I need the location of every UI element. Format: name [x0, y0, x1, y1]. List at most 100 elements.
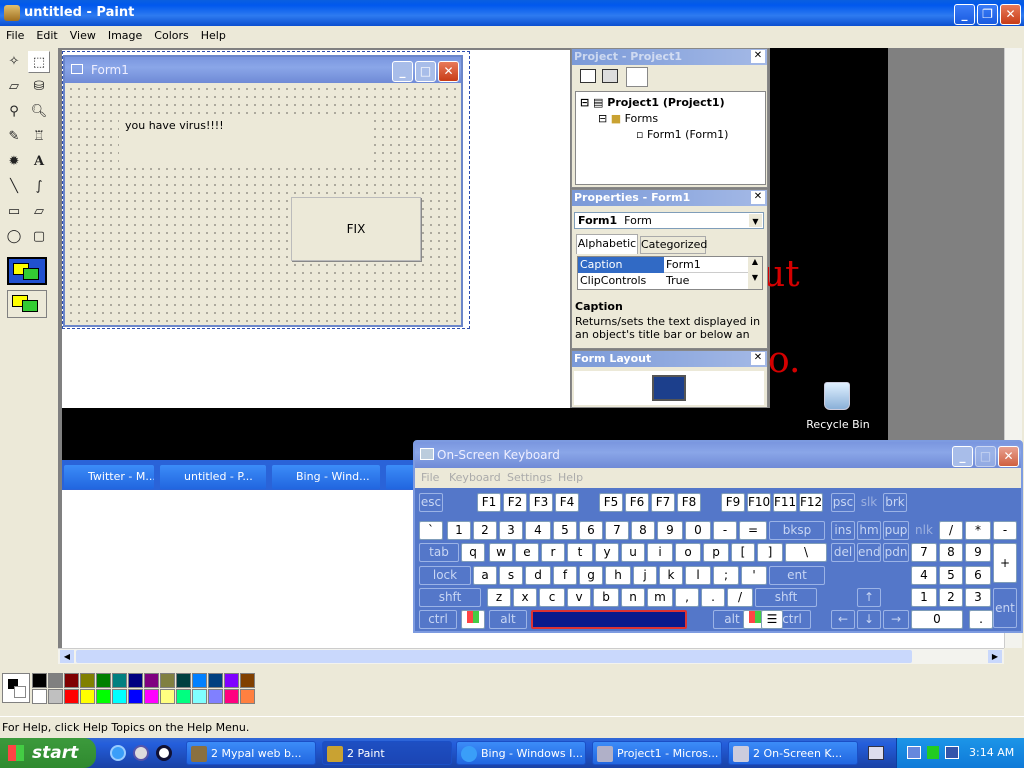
- key-q-5[interactable]: t: [567, 543, 593, 562]
- pencil-tool-icon[interactable]: ✎: [3, 126, 25, 148]
- tree-form[interactable]: ▫ Form1 (Form1): [636, 128, 728, 141]
- key-b-5[interactable]: ↓: [857, 610, 881, 629]
- key-q-7[interactable]: u: [621, 543, 645, 562]
- key-b-6[interactable]: →: [883, 610, 909, 629]
- spacebar[interactable]: [531, 610, 687, 629]
- properties-panel-close-icon[interactable]: ✕: [751, 191, 765, 204]
- key-b-1[interactable]: alt: [489, 610, 527, 629]
- key-a-4[interactable]: f: [553, 566, 577, 585]
- key-a-9[interactable]: l: [685, 566, 711, 585]
- key-num-15[interactable]: hm: [857, 521, 881, 540]
- windows-key-left-icon[interactable]: [461, 610, 485, 629]
- key-a-5[interactable]: g: [579, 566, 603, 585]
- key-q-8[interactable]: i: [647, 543, 673, 562]
- current-colors[interactable]: [2, 673, 30, 703]
- property-scroll-up-icon[interactable]: ▲: [748, 257, 762, 273]
- key-num-20[interactable]: -: [993, 521, 1017, 540]
- key-brk[interactable]: brk: [883, 493, 907, 512]
- key-F4[interactable]: F4: [555, 493, 579, 512]
- key-esc[interactable]: esc: [419, 493, 443, 512]
- airbrush-tool-icon[interactable]: ✹: [3, 151, 25, 173]
- palette-swatch[interactable]: [144, 689, 159, 704]
- key-z-1[interactable]: z: [487, 588, 511, 607]
- rounded-rect-tool-icon[interactable]: ▢: [28, 226, 50, 248]
- scroll-left-icon[interactable]: ◀: [60, 650, 74, 663]
- key-q-2[interactable]: w: [489, 543, 513, 562]
- key-F1[interactable]: F1: [477, 493, 501, 512]
- palette-swatch[interactable]: [128, 689, 143, 704]
- start-button[interactable]: start: [0, 738, 96, 768]
- key-z-13[interactable]: 1: [911, 588, 937, 607]
- key-z-14[interactable]: 2: [939, 588, 963, 607]
- key-q-12[interactable]: ]: [757, 543, 783, 562]
- polygon-tool-icon[interactable]: ▱: [28, 201, 50, 223]
- palette-swatch[interactable]: [32, 673, 47, 688]
- property-row-clipcontrols[interactable]: ClipControls True: [578, 273, 762, 289]
- key-num-3[interactable]: 3: [499, 521, 523, 540]
- menu-image[interactable]: Image: [102, 26, 148, 46]
- key-a-12[interactable]: ent: [769, 566, 825, 585]
- key-z-0[interactable]: shft: [419, 588, 481, 607]
- key-q-6[interactable]: y: [595, 543, 619, 562]
- minimize-button[interactable]: _: [954, 4, 975, 25]
- key-num-0[interactable]: `: [419, 521, 443, 540]
- key-z-5[interactable]: b: [593, 588, 619, 607]
- ie-quicklaunch-icon[interactable]: [110, 745, 126, 761]
- taskbar-item-project1[interactable]: Project1 - Micros...: [592, 741, 722, 765]
- green-tray-icon[interactable]: [927, 746, 939, 759]
- key-num-1[interactable]: 1: [447, 521, 471, 540]
- fill-tool-icon[interactable]: ⛁: [28, 76, 50, 98]
- monitor-icon[interactable]: [652, 375, 686, 401]
- menu-help[interactable]: Help: [195, 26, 232, 46]
- palette-swatch[interactable]: [112, 673, 127, 688]
- key-z-10[interactable]: /: [727, 588, 753, 607]
- key-q-17[interactable]: 7: [911, 543, 937, 562]
- key-psc[interactable]: psc: [831, 493, 855, 512]
- palette-swatch[interactable]: [64, 673, 79, 688]
- key-num-2[interactable]: 2: [473, 521, 497, 540]
- key-F11[interactable]: F11: [773, 493, 797, 512]
- key-a-7[interactable]: j: [633, 566, 657, 585]
- text-tool-icon[interactable]: A: [28, 151, 50, 173]
- key-num-8[interactable]: 8: [631, 521, 655, 540]
- tab-categorized[interactable]: Categorized: [640, 236, 707, 254]
- key-q-10[interactable]: p: [703, 543, 729, 562]
- key-a-10[interactable]: ;: [713, 566, 739, 585]
- key-num-5[interactable]: 5: [553, 521, 577, 540]
- key-z-9[interactable]: .: [701, 588, 725, 607]
- key-q-14[interactable]: del: [831, 543, 855, 562]
- key-num-16[interactable]: pup: [883, 521, 909, 540]
- media-quicklaunch-icon[interactable]: [156, 745, 172, 761]
- key-z-11[interactable]: shft: [755, 588, 817, 607]
- scroll-thumb[interactable]: [76, 650, 912, 663]
- menu-colors[interactable]: Colors: [148, 26, 194, 46]
- key-q-16[interactable]: pdn: [883, 543, 909, 562]
- browser-quicklaunch-icon[interactable]: [133, 745, 149, 761]
- key-z-15[interactable]: 3: [965, 588, 991, 607]
- palette-swatch[interactable]: [192, 689, 207, 704]
- key-z-7[interactable]: m: [647, 588, 673, 607]
- property-row-caption[interactable]: Caption Form1: [578, 257, 762, 273]
- key-num-9[interactable]: 9: [657, 521, 683, 540]
- tree-folder[interactable]: ⊟ ■ Forms: [598, 112, 658, 125]
- key-num-17[interactable]: nlk: [911, 521, 937, 540]
- palette-swatch[interactable]: [80, 689, 95, 704]
- key-a-2[interactable]: s: [499, 566, 523, 585]
- palette-swatch[interactable]: [112, 689, 127, 704]
- key-a-6[interactable]: h: [605, 566, 631, 585]
- rectangle-tool-icon[interactable]: ▭: [3, 201, 25, 223]
- palette-swatch[interactable]: [176, 689, 191, 704]
- key-b-8[interactable]: .: [969, 610, 993, 629]
- key-num-14[interactable]: ins: [831, 521, 855, 540]
- horizontal-scrollbar[interactable]: ◀ ▶: [58, 648, 1004, 664]
- palette-swatch[interactable]: [176, 673, 191, 688]
- recycle-bin-label[interactable]: Recycle Bin: [806, 418, 870, 431]
- key-q-13[interactable]: \: [785, 543, 827, 562]
- palette-swatch[interactable]: [64, 689, 79, 704]
- palette-swatch[interactable]: [144, 673, 159, 688]
- view-object-icon[interactable]: [602, 69, 618, 83]
- key-num-4[interactable]: 4: [525, 521, 551, 540]
- key-q-4[interactable]: r: [541, 543, 565, 562]
- key-F8[interactable]: F8: [677, 493, 701, 512]
- key-F2[interactable]: F2: [503, 493, 527, 512]
